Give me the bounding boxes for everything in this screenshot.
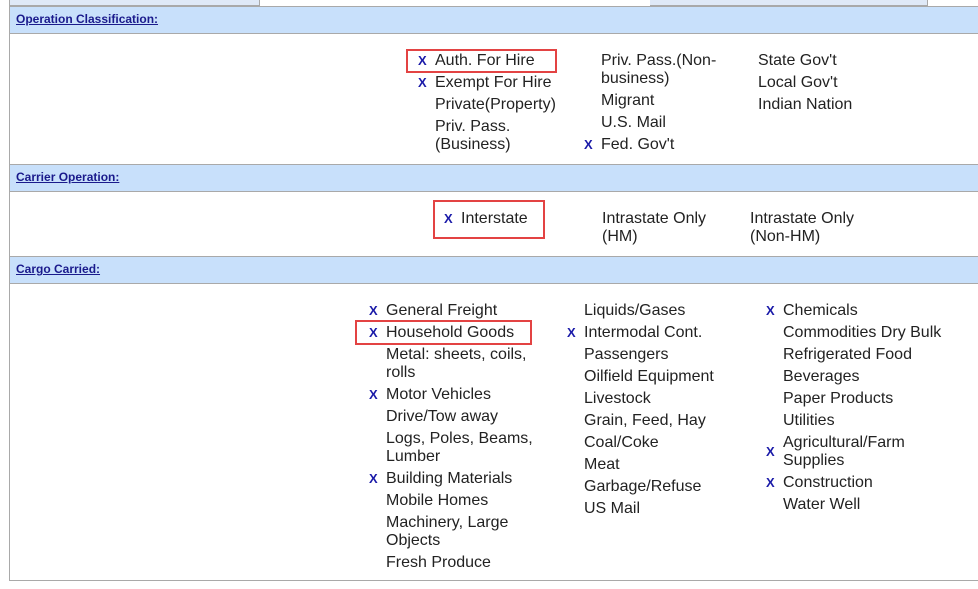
checkbox-item: Machinery, Large Objects [386, 514, 509, 549]
carrier-operation-link[interactable]: Carrier Operation: [16, 170, 119, 184]
check-mark: X [369, 387, 378, 402]
checkbox-item: Liquids/Gases [584, 302, 686, 319]
operation-classification-col-2: Priv. Pass.(Non-business) Migrant U.S. M… [584, 52, 724, 158]
checkbox-item: Logs, Poles, Beams, Lumber [386, 430, 533, 465]
checkbox-item: Fresh Produce [386, 554, 491, 571]
carrier-operation-band: Carrier Operation: [10, 164, 978, 192]
checkbox-item: X Agricultural/Farm Supplies [766, 434, 905, 469]
checkbox-item: Drive/Tow away [386, 408, 499, 425]
checkbox-item: State Gov't [758, 52, 837, 69]
checkbox-item: Migrant [601, 92, 655, 109]
checkbox-item: Mobile Homes [386, 492, 489, 509]
checkbox-item: X Building Materials [369, 470, 513, 487]
carrier-operation-col-1: X Interstate [444, 210, 564, 232]
operation-classification-link[interactable]: Operation Classification: [16, 12, 158, 26]
checkbox-item: X Chemicals [766, 302, 858, 319]
check-mark: X [766, 444, 775, 459]
check-mark: X [418, 53, 427, 68]
checkbox-item: Priv. Pass. (Business) [435, 118, 511, 153]
checkbox-item: Grain, Feed, Hay [584, 412, 706, 429]
cargo-carried-col-1: X General Freight X Household Goods Metal:… [369, 302, 544, 576]
checkbox-item: Commodities Dry Bulk [783, 324, 942, 341]
operation-classification-col-3: State Gov't Local Gov't Indian Nation [741, 52, 901, 118]
checkbox-item: X General Freight [369, 302, 498, 319]
cargo-carried-col-3: X Chemicals Commodities Dry Bulk Refriger… [766, 302, 971, 518]
checkbox-item: Intrastate Only (HM) [602, 210, 707, 245]
checkbox-item: US Mail [584, 500, 641, 517]
carrier-operation-col-3: Intrastate Only (Non-HM) [733, 210, 893, 250]
checkbox-item: Utilities [783, 412, 835, 429]
checkbox-item: X Construction [766, 474, 873, 491]
checkbox-item: Paper Products [783, 390, 894, 407]
checkbox-item: Water Well [783, 496, 861, 513]
check-mark: X [444, 211, 453, 226]
carrier-operation-col-2: Intrastate Only (HM) [585, 210, 725, 250]
checkbox-item: Priv. Pass.(Non-business) [601, 52, 717, 87]
checkbox-item: Refrigerated Food [783, 346, 912, 363]
checkbox-item: Coal/Coke [584, 434, 659, 451]
check-mark: X [369, 325, 378, 340]
checkbox-item: Intrastate Only (Non-HM) [750, 210, 855, 245]
operation-classification-col-1: X Auth. For Hire X Exempt For Hire Private… [418, 52, 578, 158]
checkbox-item: Garbage/Refuse [584, 478, 702, 495]
operation-classification-band: Operation Classification: [10, 6, 978, 34]
check-mark: X [567, 325, 576, 340]
checkbox-item: X Motor Vehicles [369, 386, 491, 403]
check-mark: X [584, 137, 593, 152]
cargo-carried-link[interactable]: Cargo Carried: [16, 262, 100, 276]
checkbox-item: X Exempt For Hire [418, 74, 552, 91]
checkbox-item: Passengers [584, 346, 669, 363]
checkbox-item: Beverages [783, 368, 860, 385]
checkbox-item: X Household Goods [369, 324, 515, 341]
checkbox-item: Indian Nation [758, 96, 853, 113]
checkbox-item: X Auth. For Hire [418, 52, 535, 69]
check-mark: X [766, 475, 775, 490]
cargo-carried-col-2: Liquids/Gases X Intermodal Cont. Passenge… [567, 302, 747, 522]
check-mark: X [766, 303, 775, 318]
checkbox-item: Oilfield Equipment [584, 368, 714, 385]
cargo-carried-band: Cargo Carried: [10, 256, 978, 284]
check-mark: X [369, 303, 378, 318]
check-mark: X [369, 471, 378, 486]
checkbox-item: Local Gov't [758, 74, 838, 91]
checkbox-item: U.S. Mail [601, 114, 666, 131]
checkbox-item: X Interstate [444, 210, 528, 227]
checkbox-item: Private(Property) [435, 96, 556, 113]
checkbox-item: X Fed. Gov't [584, 136, 675, 153]
checkbox-item: Metal: sheets, coils, rolls [386, 346, 527, 381]
checkbox-item: X Intermodal Cont. [567, 324, 703, 341]
check-mark: X [418, 75, 427, 90]
checkbox-item: Meat [584, 456, 620, 473]
checkbox-item: Livestock [584, 390, 651, 407]
